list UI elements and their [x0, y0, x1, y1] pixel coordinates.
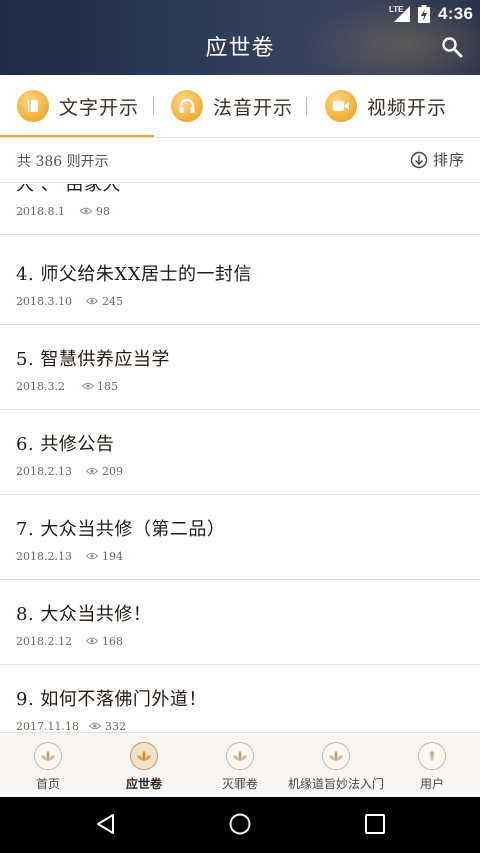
- page-title: 应世卷: [205, 36, 275, 61]
- status-bar: LTE 4:36: [0, 0, 480, 28]
- article-list[interactable]: 大 、 由家大 2018.8.1 98 4. 师父给朱XX居士的一封信 2018…: [0, 184, 480, 732]
- lotus-icon: [130, 742, 158, 770]
- recent-apps-icon[interactable]: [364, 813, 386, 835]
- item-date: 2018.3.10: [16, 295, 72, 308]
- nav-label: 灭罪卷: [221, 777, 258, 791]
- eye-icon: [86, 297, 98, 305]
- app-header: LTE 4:36 应世卷: [0, 0, 480, 75]
- item-views: 185: [97, 380, 118, 393]
- lotus-icon: [322, 742, 350, 770]
- item-date: 2018.2.12: [16, 635, 72, 648]
- item-count: 共 386 则开示: [17, 154, 109, 170]
- nav-home[interactable]: 首页: [18, 733, 78, 798]
- nav-jiyuan[interactable]: 机缘道旨妙法入门: [284, 733, 388, 798]
- tab-text[interactable]: 文字开示: [17, 75, 139, 137]
- list-item[interactable]: 7. 大众当共修（第二品） 2018.2.13 194: [0, 495, 480, 580]
- nav-label: 应世卷: [125, 777, 162, 791]
- lotus-icon: [226, 742, 254, 770]
- item-title: 大 、 由家大: [16, 184, 121, 195]
- nav-label: 机缘道旨妙法入门: [287, 777, 384, 791]
- nav-yingshi[interactable]: 应世卷: [114, 733, 174, 798]
- list-header: 共 386 则开示 排序: [0, 138, 480, 183]
- item-title: 8. 大众当共修！: [16, 604, 152, 625]
- eye-icon: [86, 552, 98, 560]
- battery-charging-icon: [418, 5, 430, 23]
- tab-label: 视频开示: [367, 96, 448, 119]
- list-item[interactable]: 5. 智慧供养应当学 2018.3.2 185: [0, 325, 480, 410]
- list-item[interactable]: 9. 如何不落佛门外道！ 2017.11.18 332: [0, 665, 480, 732]
- home-icon[interactable]: [228, 812, 252, 836]
- back-icon[interactable]: [94, 812, 118, 836]
- list-item[interactable]: 4. 师父给朱XX居士的一封信 2018.3.10 245: [0, 240, 480, 325]
- eye-icon: [86, 467, 98, 475]
- item-views: 245: [102, 295, 123, 308]
- nav-miezui[interactable]: 灭罪卷: [210, 733, 270, 798]
- tab-audio[interactable]: 法音开示: [171, 75, 293, 137]
- item-date: 2018.2.13: [16, 550, 72, 563]
- item-title: 6. 共修公告: [16, 434, 115, 455]
- item-title: 5. 智慧供养应当学: [16, 349, 170, 370]
- sort-label: 排序: [433, 151, 466, 169]
- eye-icon: [89, 722, 101, 730]
- item-date: 2018.3.2: [16, 380, 65, 393]
- eye-icon: [86, 637, 98, 645]
- nav-label: 用户: [419, 777, 444, 791]
- list-item[interactable]: 8. 大众当共修！ 2018.2.12 168: [0, 580, 480, 665]
- tab-divider: [153, 97, 154, 115]
- arrow-down-circle-icon: [410, 151, 428, 168]
- lotus-icon: [34, 742, 62, 770]
- video-camera-icon: [325, 90, 357, 122]
- eye-icon: [80, 207, 92, 215]
- item-title: 7. 大众当共修（第二品）: [16, 519, 226, 540]
- content-type-tabs: 文字开示 法音开示 视频开示: [0, 75, 480, 138]
- item-views: 194: [102, 550, 123, 563]
- tab-label: 法音开示: [213, 96, 294, 119]
- signal-icon: [394, 6, 410, 22]
- nav-user[interactable]: 用户: [402, 733, 462, 798]
- sort-button[interactable]: 排序: [410, 149, 465, 170]
- user-icon: [418, 742, 446, 770]
- status-time: 4:36: [438, 4, 474, 23]
- item-views: 168: [102, 635, 123, 648]
- list-item[interactable]: 6. 共修公告 2018.2.13 209: [0, 410, 480, 495]
- item-views: 332: [105, 720, 126, 732]
- bottom-navigation: 首页 应世卷 灭罪卷 机缘道旨妙法入门 用户: [0, 732, 480, 797]
- item-date: 2018.8.1: [16, 205, 65, 218]
- headphones-icon: [171, 90, 203, 122]
- eye-icon: [82, 382, 94, 390]
- search-icon[interactable]: [441, 36, 463, 58]
- item-date: 2018.2.13: [16, 465, 72, 478]
- item-date: 2017.11.18: [16, 720, 79, 732]
- nav-label: 首页: [35, 777, 60, 791]
- list-item[interactable]: 大 、 由家大 2018.8.1 98: [0, 184, 480, 235]
- system-navigation-bar: [0, 797, 480, 853]
- item-title: 9. 如何不落佛门外道！: [16, 689, 207, 710]
- tab-label: 文字开示: [59, 96, 140, 119]
- tab-video[interactable]: 视频开示: [325, 75, 447, 137]
- item-views: 98: [96, 205, 110, 218]
- book-icon: [17, 90, 49, 122]
- active-tab-indicator: [0, 135, 154, 137]
- item-title: 4. 师父给朱XX居士的一封信: [16, 264, 253, 285]
- item-views: 209: [102, 465, 123, 478]
- tab-divider: [306, 97, 307, 115]
